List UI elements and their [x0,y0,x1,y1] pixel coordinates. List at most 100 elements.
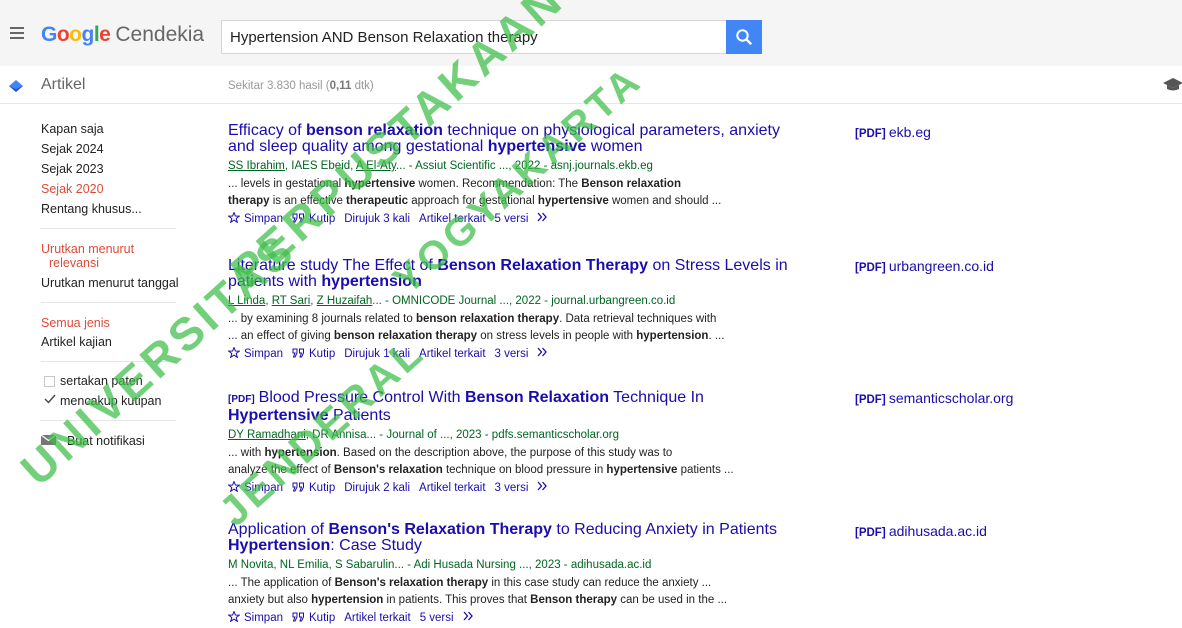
author-link[interactable]: SS Ibrahim [228,160,285,172]
search-field[interactable] [221,20,726,54]
related-articles-link[interactable]: Artikel terkait [419,348,485,360]
graduation-cap-icon[interactable] [1163,78,1182,92]
save-action[interactable]: Simpan [227,346,283,360]
result-actions: Simpan Kutip Dirujuk 1 kali Artikel terkait… [227,346,788,361]
author-link[interactable]: Z Huzaifah [317,295,373,307]
more-versions-button[interactable] [537,481,549,494]
pdf-side-link[interactable]: [PDF] adihusada.ac.id [855,523,987,541]
sub-bar [0,66,1182,104]
sort-by-date[interactable]: Urutkan menurut tanggal [41,275,179,291]
text-part: in patients. This proves that [383,594,531,606]
checkmark-icon[interactable] [44,393,56,405]
text-part: ... by examining 8 journals related to [228,313,416,325]
text-part: is an effective [269,195,347,207]
related-articles-link[interactable]: Artikel terkait [419,213,485,225]
cite-action[interactable]: Kutip [292,482,335,494]
scholar-logo[interactable]: Google Cendekia [41,22,204,48]
cited-by-link[interactable]: Dirujuk 1 kali [344,348,410,360]
filter-anytime[interactable]: Kapan saja [41,121,104,137]
versions-link[interactable]: 3 versi [495,482,529,494]
snippet-highlight: hypertension [311,594,384,606]
cite-action[interactable]: Kutip [292,213,335,225]
pdf-side-link[interactable]: [PDF] urbangreen.co.id [855,258,994,276]
filter-since-2023[interactable]: Sejak 2023 [41,161,104,177]
save-action[interactable]: Simpan [227,211,283,225]
versions-link[interactable]: 3 versi [495,348,529,360]
text-part: analyze the effect of [228,464,334,476]
logo-letter: o [56,23,70,46]
pdf-side-domain: semanticscholar.org [888,390,1014,406]
type-review[interactable]: Artikel kajian [41,334,112,350]
sidebar-divider [41,420,176,421]
filter-custom-range[interactable]: Rentang khusus... [41,201,142,217]
search-input[interactable] [230,21,720,53]
result-title[interactable]: Application of Benson's Relaxation Thera… [228,522,788,554]
snippet-highlight: Benson relaxation [581,178,681,190]
save-action[interactable]: Simpan [227,610,283,624]
cite-action[interactable]: Kutip [292,612,335,624]
stats-time: 0,11 [329,80,352,92]
type-all[interactable]: Semua jenis [41,315,110,331]
author-link[interactable]: L Linda [228,295,265,307]
quote-icon [292,612,304,622]
related-articles-link[interactable]: Artikel terkait [419,482,485,494]
result-snippet: ... levels in gestational hypertensive w… [228,176,788,210]
star-icon [227,610,241,623]
text-part: on Stress Levels in [648,257,788,274]
pdf-side-link[interactable]: [PDF] semanticscholar.org [855,390,1013,408]
text-part: technique on blood pressure in [442,464,607,476]
text-part: Literature study The Effect of [228,257,438,274]
cited-by-link-label: Dirujuk 1 kali [344,348,411,360]
result-stats: Sekitar 3.830 hasil (0,11 dtk) [228,79,374,93]
title-highlight: hypertension [321,273,422,290]
section-label[interactable]: Artikel [41,75,85,95]
star-icon [227,346,241,359]
more-versions-icon[interactable] [537,212,549,222]
result-title[interactable]: Literature study The Effect of Benson Re… [228,258,788,290]
text-part: on stress levels in people with [477,330,637,342]
mail-icon[interactable] [41,435,56,445]
pdf-side-tag: [PDF] [855,527,889,539]
text-part: Blood Pressure Control With [258,389,465,406]
author-link[interactable]: DY Ramadhani [228,429,306,441]
include-citations-label[interactable]: mencakup kutipan [60,393,161,409]
author-link[interactable]: A El-Aty [356,160,396,172]
filter-since-2020[interactable]: Sejak 2020 [41,181,104,197]
text-part: Application of [228,521,329,538]
more-versions-button[interactable] [463,611,475,624]
snippet-highlight: hypertension [264,447,337,459]
title-highlight: Benson Relaxation [464,389,610,406]
more-versions-button[interactable] [537,347,549,360]
more-versions-icon[interactable] [537,481,549,491]
include-patents-checkbox[interactable] [44,376,55,387]
author-link[interactable]: RT Sari [272,295,311,307]
search-button[interactable] [726,20,762,54]
filter-since-2024[interactable]: Sejak 2024 [41,141,104,157]
create-alert[interactable]: Buat notifikasi [67,433,145,449]
save-action[interactable]: Simpan [227,480,283,494]
text-part: approach for gestational [408,195,538,207]
related-articles-link[interactable]: Artikel terkait [344,612,410,624]
save-action-label: Simpan [244,612,283,624]
more-versions-icon[interactable] [537,347,549,357]
author-link: IAES Ebeid [291,160,351,172]
include-patents-label[interactable]: sertakan paten [60,373,143,389]
menu-icon[interactable] [10,27,24,39]
snippet-highlight: hypertensive [537,195,609,207]
result-title[interactable]: Efficacy of benson relaxation technique … [228,123,788,155]
sort-relevance-line2[interactable]: relevansi [49,255,99,271]
cited-by-link[interactable]: Dirujuk 2 kali [344,482,410,494]
more-versions-icon[interactable] [463,611,475,621]
pdf-side-link[interactable]: [PDF] ekb.eg [855,124,931,142]
text-part: Patients [328,407,391,424]
versions-link[interactable]: 5 versi [420,612,454,624]
sidebar-divider [41,361,176,362]
cited-by-link[interactable]: Dirujuk 3 kali [344,213,410,225]
result-title[interactable]: [PDF] Blood Pressure Control With Benson … [228,390,788,424]
cite-action[interactable]: Kutip [292,348,335,360]
snippet-highlight: hypertensive [344,178,416,190]
more-versions-button[interactable] [537,212,549,225]
title-highlight: Hypertension [228,537,331,554]
versions-link[interactable]: 5 versi [495,213,529,225]
text-part: anxiety but also [228,594,312,606]
